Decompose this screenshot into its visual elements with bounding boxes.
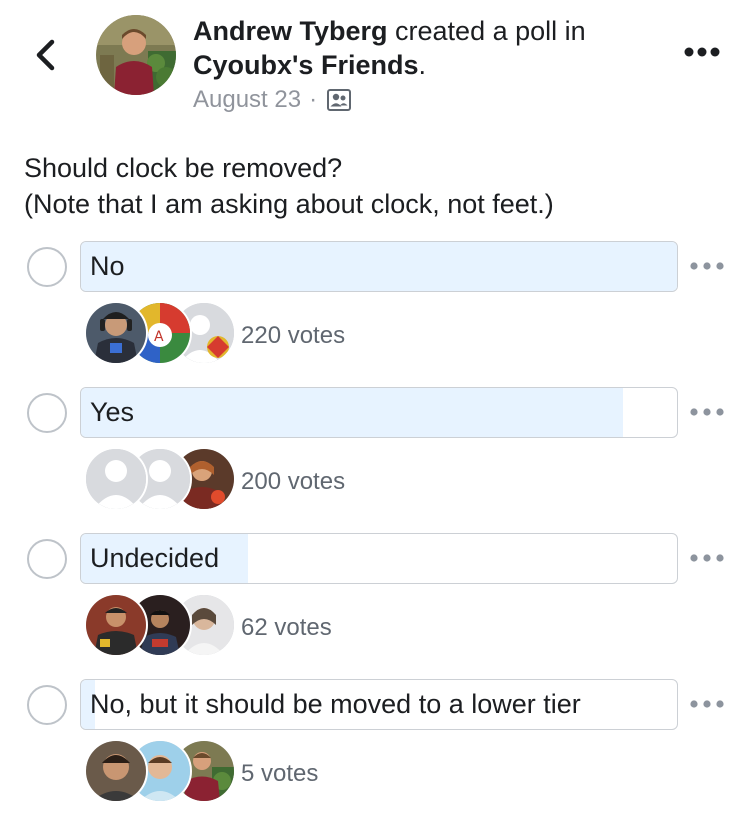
vote-count[interactable]: 62 votes bbox=[241, 613, 332, 643]
poll-option: Yes 200 votes bbox=[0, 387, 750, 527]
vote-count[interactable]: 220 votes bbox=[241, 321, 345, 351]
option-bar[interactable]: Undecided bbox=[80, 533, 678, 584]
option-label: No bbox=[90, 251, 125, 281]
poll-option: Undecided 62 votes bbox=[0, 533, 750, 673]
option-more-icon[interactable] bbox=[689, 259, 725, 273]
vote-count[interactable]: 200 votes bbox=[241, 467, 345, 497]
option-more-icon[interactable] bbox=[689, 405, 725, 419]
option-label: No, but it should be moved to a lower ti… bbox=[90, 689, 581, 719]
voter-avatars[interactable] bbox=[84, 447, 236, 513]
group-suffix: . bbox=[418, 50, 426, 80]
more-horizontal-icon[interactable] bbox=[684, 44, 720, 60]
poll-option: No, but it should be moved to a lower ti… bbox=[0, 679, 750, 819]
post-meta: August 23 · bbox=[193, 84, 663, 116]
post-header: Andrew Tyberg created a poll in Cyoubx's… bbox=[0, 0, 750, 130]
voter-avatar[interactable] bbox=[84, 593, 148, 657]
group-icon bbox=[327, 89, 352, 111]
option-label: Yes bbox=[90, 397, 135, 427]
option-radio[interactable] bbox=[27, 685, 67, 725]
group-name[interactable]: Cyoubx's Friends bbox=[193, 50, 418, 80]
author-avatar[interactable] bbox=[96, 15, 176, 95]
post-date[interactable]: August 23 bbox=[193, 84, 301, 116]
chevron-left-icon[interactable] bbox=[30, 36, 64, 74]
option-bar-fill bbox=[81, 242, 677, 291]
meta-separator: · bbox=[309, 86, 318, 113]
option-more-icon[interactable] bbox=[689, 551, 725, 565]
option-radio[interactable] bbox=[27, 247, 67, 287]
option-bar[interactable]: Yes bbox=[80, 387, 678, 438]
voter-avatar[interactable] bbox=[84, 301, 148, 365]
author-name[interactable]: Andrew Tyberg bbox=[193, 16, 388, 46]
option-more-icon[interactable] bbox=[689, 697, 725, 711]
voter-avatar[interactable] bbox=[84, 739, 148, 803]
poll-question: Should clock be removed? (Note that I am… bbox=[24, 150, 724, 222]
svg-text:A: A bbox=[154, 329, 164, 345]
poll-question-line-2: (Note that I am asking about clock, not … bbox=[24, 189, 554, 219]
post-title-line-1: Andrew Tyberg created a poll in bbox=[193, 14, 663, 48]
option-radio[interactable] bbox=[27, 539, 67, 579]
poll-question-line-1: Should clock be removed? bbox=[24, 153, 343, 183]
voter-avatar[interactable] bbox=[84, 447, 148, 511]
vote-count[interactable]: 5 votes bbox=[241, 759, 318, 789]
option-bar-fill bbox=[81, 388, 624, 437]
option-bar[interactable]: No bbox=[80, 241, 678, 292]
post-action: created a poll in bbox=[387, 16, 586, 46]
option-bar[interactable]: No, but it should be moved to a lower ti… bbox=[80, 679, 678, 730]
post-header-text: Andrew Tyberg created a poll in Cyoubx's… bbox=[193, 14, 663, 116]
option-radio[interactable] bbox=[27, 393, 67, 433]
voter-avatars[interactable] bbox=[84, 739, 236, 805]
poll-option: No A 220 votes bbox=[0, 241, 750, 381]
voter-avatars[interactable] bbox=[84, 593, 236, 659]
option-label: Undecided bbox=[90, 543, 220, 573]
voter-avatars[interactable]: A bbox=[84, 301, 236, 367]
post-title-line-2: Cyoubx's Friends. bbox=[193, 48, 663, 82]
